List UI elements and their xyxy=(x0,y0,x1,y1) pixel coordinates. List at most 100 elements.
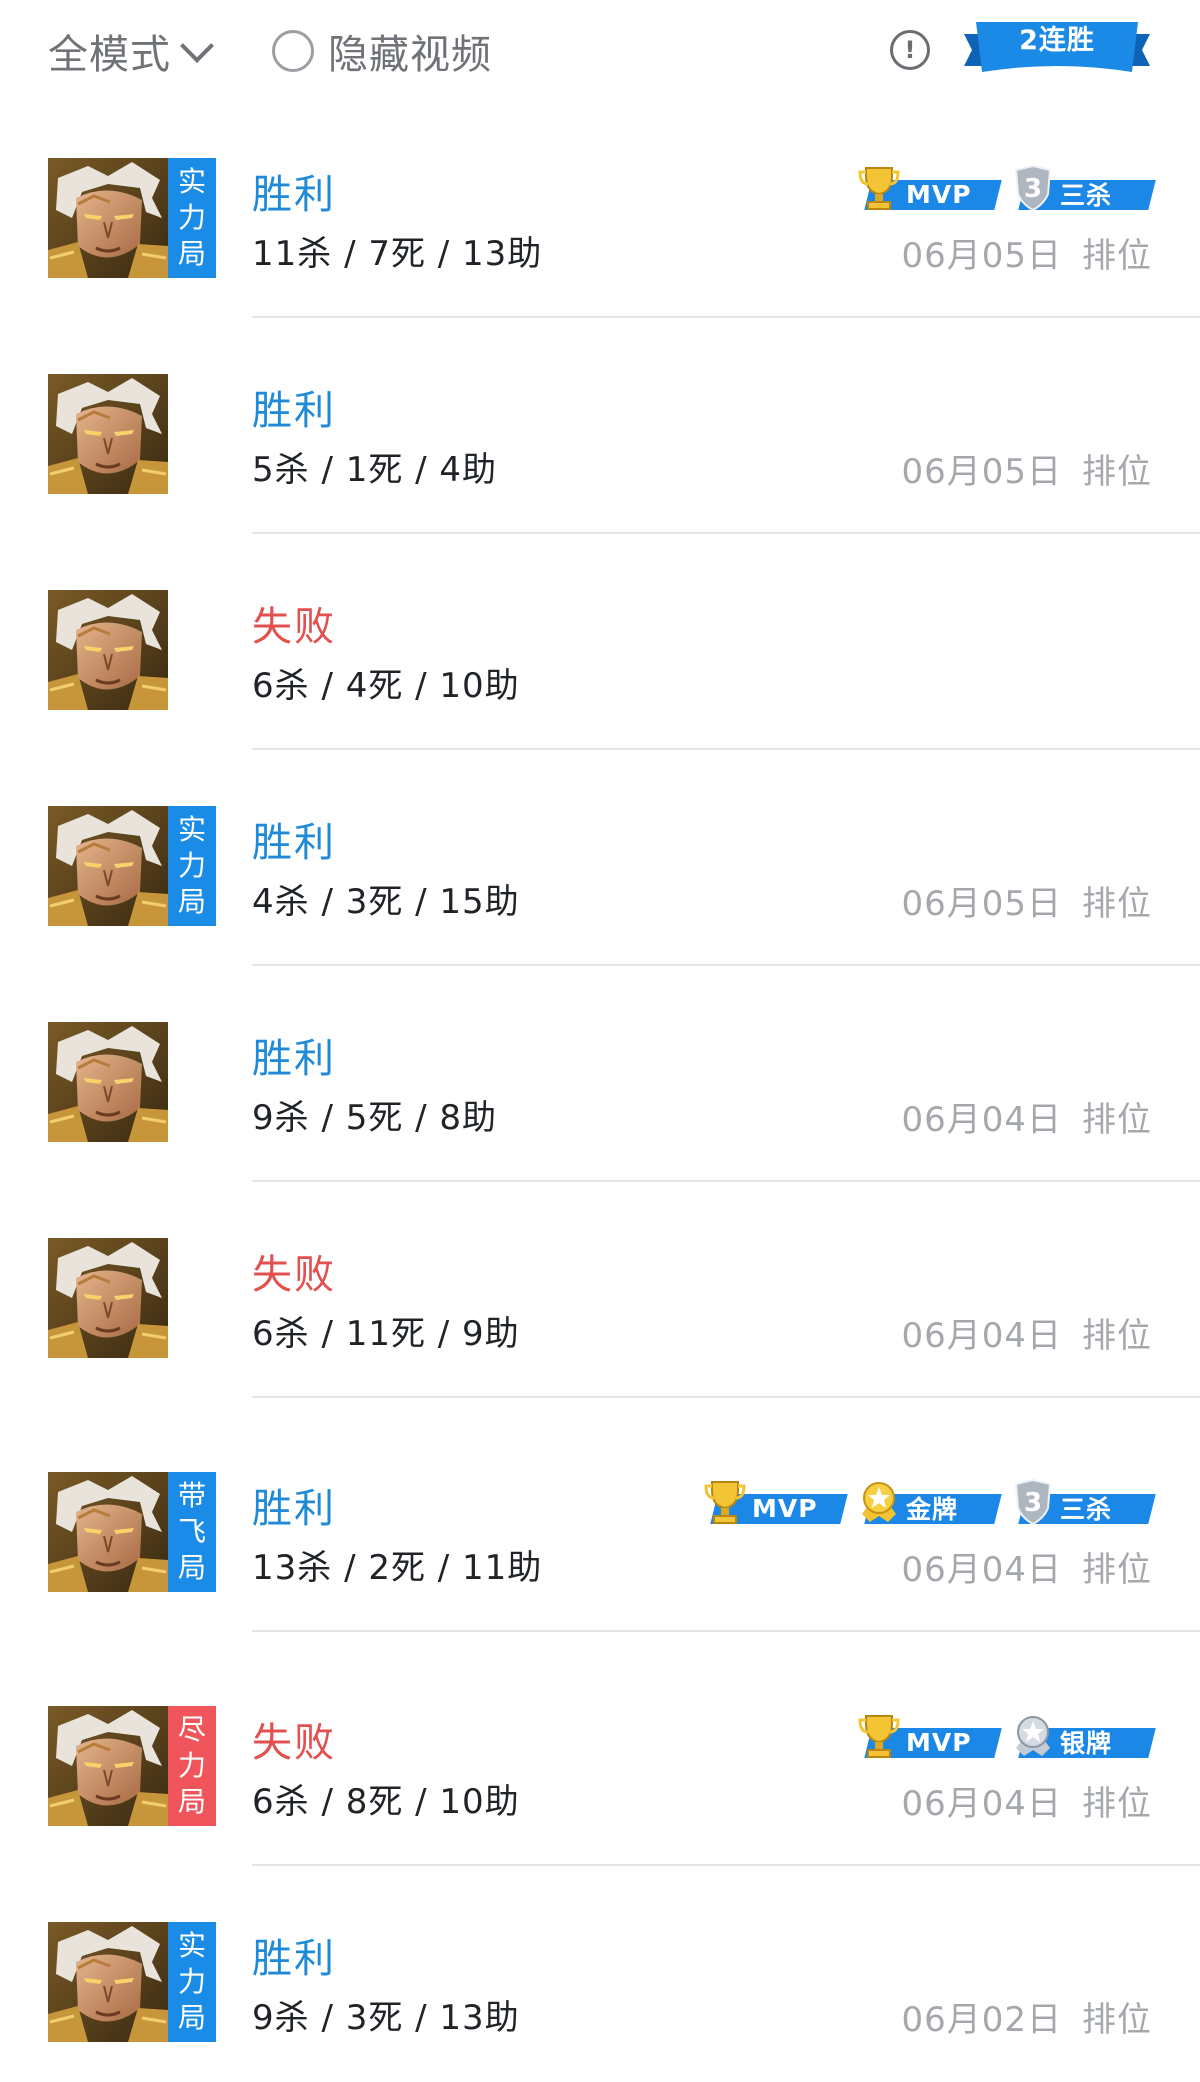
match-date: 06月04日 xyxy=(901,1316,1062,1356)
match-result: 失败 xyxy=(252,604,336,650)
hide-video-toggle[interactable]: 隐藏视频 xyxy=(272,22,492,80)
info-icon[interactable]: ! xyxy=(890,30,930,70)
match-date: 06月05日 xyxy=(901,452,1062,492)
hero-avatar xyxy=(48,590,168,710)
match-date: 06月02日 xyxy=(901,2000,1062,2040)
match-mode: 排位 xyxy=(1082,884,1152,924)
match-mode: 排位 xyxy=(1082,1550,1152,1590)
match-row[interactable]: 失败 6杀 / 11死 / 9助 06月04日 排位 xyxy=(0,1182,1200,1398)
match-meta: 06月04日 排位 xyxy=(901,1308,1152,1357)
triple-kill-badge-label: 三杀 xyxy=(1060,181,1113,210)
win-streak-banner: 2连胜 xyxy=(962,20,1152,86)
hero-avatar xyxy=(48,1022,168,1142)
triple-kill-badge: 三杀 xyxy=(1012,164,1156,212)
match-meta: 06月04日 排位 xyxy=(901,1776,1152,1825)
match-result: 胜利 xyxy=(252,1936,336,1982)
hide-video-label: 隐藏视频 xyxy=(328,32,492,78)
gold-medal-badge-label: 金牌 xyxy=(906,1495,959,1524)
hero-avatar xyxy=(48,374,168,494)
silver-medal-badge-label: 银牌 xyxy=(1060,1729,1113,1758)
match-mode: 排位 xyxy=(1082,1100,1152,1140)
chevron-down-icon xyxy=(180,29,214,63)
mvp-badge-label: MVP xyxy=(906,179,972,209)
match-kda: 6杀 / 8死 / 10助 xyxy=(252,1782,520,1822)
match-mode: 排位 xyxy=(1082,236,1152,276)
match-kda: 6杀 / 11死 / 9助 xyxy=(252,1314,520,1354)
match-mode: 排位 xyxy=(1082,452,1152,492)
match-date: 06月04日 xyxy=(901,1784,1062,1824)
match-tag: 实力局 xyxy=(168,158,216,278)
silver-medal-badge: 银牌 xyxy=(1012,1712,1156,1760)
match-meta: 06月05日 排位 xyxy=(901,228,1152,277)
hero-avatar xyxy=(48,806,168,926)
trophy-icon xyxy=(858,1712,900,1760)
honor-badges: MVP 金牌 三杀 xyxy=(704,1478,1156,1526)
match-row[interactable]: 实力局 胜利 4杀 / 3死 / 15助 06月05日 排位 xyxy=(0,750,1200,966)
match-mode: 排位 xyxy=(1082,1784,1152,1824)
match-date: 06月05日 xyxy=(901,236,1062,276)
hero-avatar xyxy=(48,1706,168,1826)
match-kda: 5杀 / 1死 / 4助 xyxy=(252,450,498,490)
gold-medal-badge: 金牌 xyxy=(858,1478,1002,1526)
match-result: 胜利 xyxy=(252,388,336,434)
match-meta: 06月04日 排位 xyxy=(901,1092,1152,1141)
mvp-badge-label: MVP xyxy=(752,1493,818,1523)
triple-kill-badge-label: 三杀 xyxy=(1060,1495,1113,1524)
silver-medal-icon xyxy=(1012,1712,1054,1760)
match-mode: 排位 xyxy=(1082,2000,1152,2040)
triple-kill-shield-icon xyxy=(1012,164,1054,212)
match-history-list: 实力局 胜利 11杀 / 7死 / 13助 MVP 三杀 06月05日 排位 胜… xyxy=(0,102,1200,2082)
match-row[interactable]: 实力局 胜利 9杀 / 3死 / 13助 06月02日 排位 xyxy=(0,1866,1200,2082)
match-row[interactable]: 尽力局 失败 6杀 / 8死 / 10助 MVP 银牌 06月04日 排位 xyxy=(0,1632,1200,1866)
mode-dropdown-label: 全模式 xyxy=(48,32,171,78)
win-streak-label: 2连胜 xyxy=(1019,25,1095,56)
info-icon-glyph: ! xyxy=(904,36,916,64)
match-meta: 06月02日 排位 xyxy=(901,1992,1152,2041)
mvp-badge: MVP xyxy=(704,1478,848,1526)
match-meta: 06月05日 排位 xyxy=(901,876,1152,925)
match-mode: 排位 xyxy=(1082,1316,1152,1356)
match-tag: 带飞局 xyxy=(168,1472,216,1592)
match-meta: 06月05日 排位 xyxy=(901,444,1152,493)
trophy-icon xyxy=(858,164,900,212)
match-row[interactable]: 失败 6杀 / 4死 / 10助 xyxy=(0,534,1200,750)
mode-dropdown[interactable]: 全模式 xyxy=(48,22,214,80)
match-meta: 06月04日 排位 xyxy=(901,1542,1152,1591)
triple-kill-shield-icon xyxy=(1012,1478,1054,1526)
match-row[interactable]: 胜利 5杀 / 1死 / 4助 06月05日 排位 xyxy=(0,318,1200,534)
match-row[interactable]: 胜利 9杀 / 5死 / 8助 06月04日 排位 xyxy=(0,966,1200,1182)
honor-badges: MVP 三杀 xyxy=(858,164,1156,212)
radio-unchecked-icon[interactable] xyxy=(272,30,314,72)
match-kda: 6杀 / 4死 / 10助 xyxy=(252,666,520,706)
match-kda: 4杀 / 3死 / 15助 xyxy=(252,882,520,922)
hero-avatar xyxy=(48,1238,168,1358)
match-result: 胜利 xyxy=(252,1486,336,1532)
gold-medal-icon xyxy=(858,1478,900,1526)
filter-header: 全模式 隐藏视频 ! 2连胜 xyxy=(0,0,1200,102)
match-date: 06月04日 xyxy=(901,1100,1062,1140)
match-kda: 9杀 / 5死 / 8助 xyxy=(252,1098,498,1138)
match-result: 失败 xyxy=(252,1252,336,1298)
match-tag: 实力局 xyxy=(168,1922,216,2042)
trophy-icon xyxy=(704,1478,746,1526)
hero-avatar xyxy=(48,158,168,278)
match-kda: 9杀 / 3死 / 13助 xyxy=(252,1998,520,2038)
match-date: 06月05日 xyxy=(901,884,1062,924)
match-date: 06月04日 xyxy=(901,1550,1062,1590)
match-result: 胜利 xyxy=(252,172,336,218)
triple-kill-badge: 三杀 xyxy=(1012,1478,1156,1526)
honor-badges: MVP 银牌 xyxy=(858,1712,1156,1760)
match-result: 胜利 xyxy=(252,1036,336,1082)
match-result: 胜利 xyxy=(252,820,336,866)
match-tag: 尽力局 xyxy=(168,1706,216,1826)
match-result: 失败 xyxy=(252,1720,336,1766)
hero-avatar xyxy=(48,1472,168,1592)
hero-avatar xyxy=(48,1922,168,2042)
match-row[interactable]: 实力局 胜利 11杀 / 7死 / 13助 MVP 三杀 06月05日 排位 xyxy=(0,102,1200,318)
match-tag: 实力局 xyxy=(168,806,216,926)
match-row[interactable]: 带飞局 胜利 13杀 / 2死 / 11助 MVP 金牌 三杀 06月04日 排… xyxy=(0,1398,1200,1632)
mvp-badge-label: MVP xyxy=(906,1727,972,1757)
mvp-badge: MVP xyxy=(858,1712,1002,1760)
mvp-badge: MVP xyxy=(858,164,1002,212)
match-kda: 13杀 / 2死 / 11助 xyxy=(252,1548,543,1588)
